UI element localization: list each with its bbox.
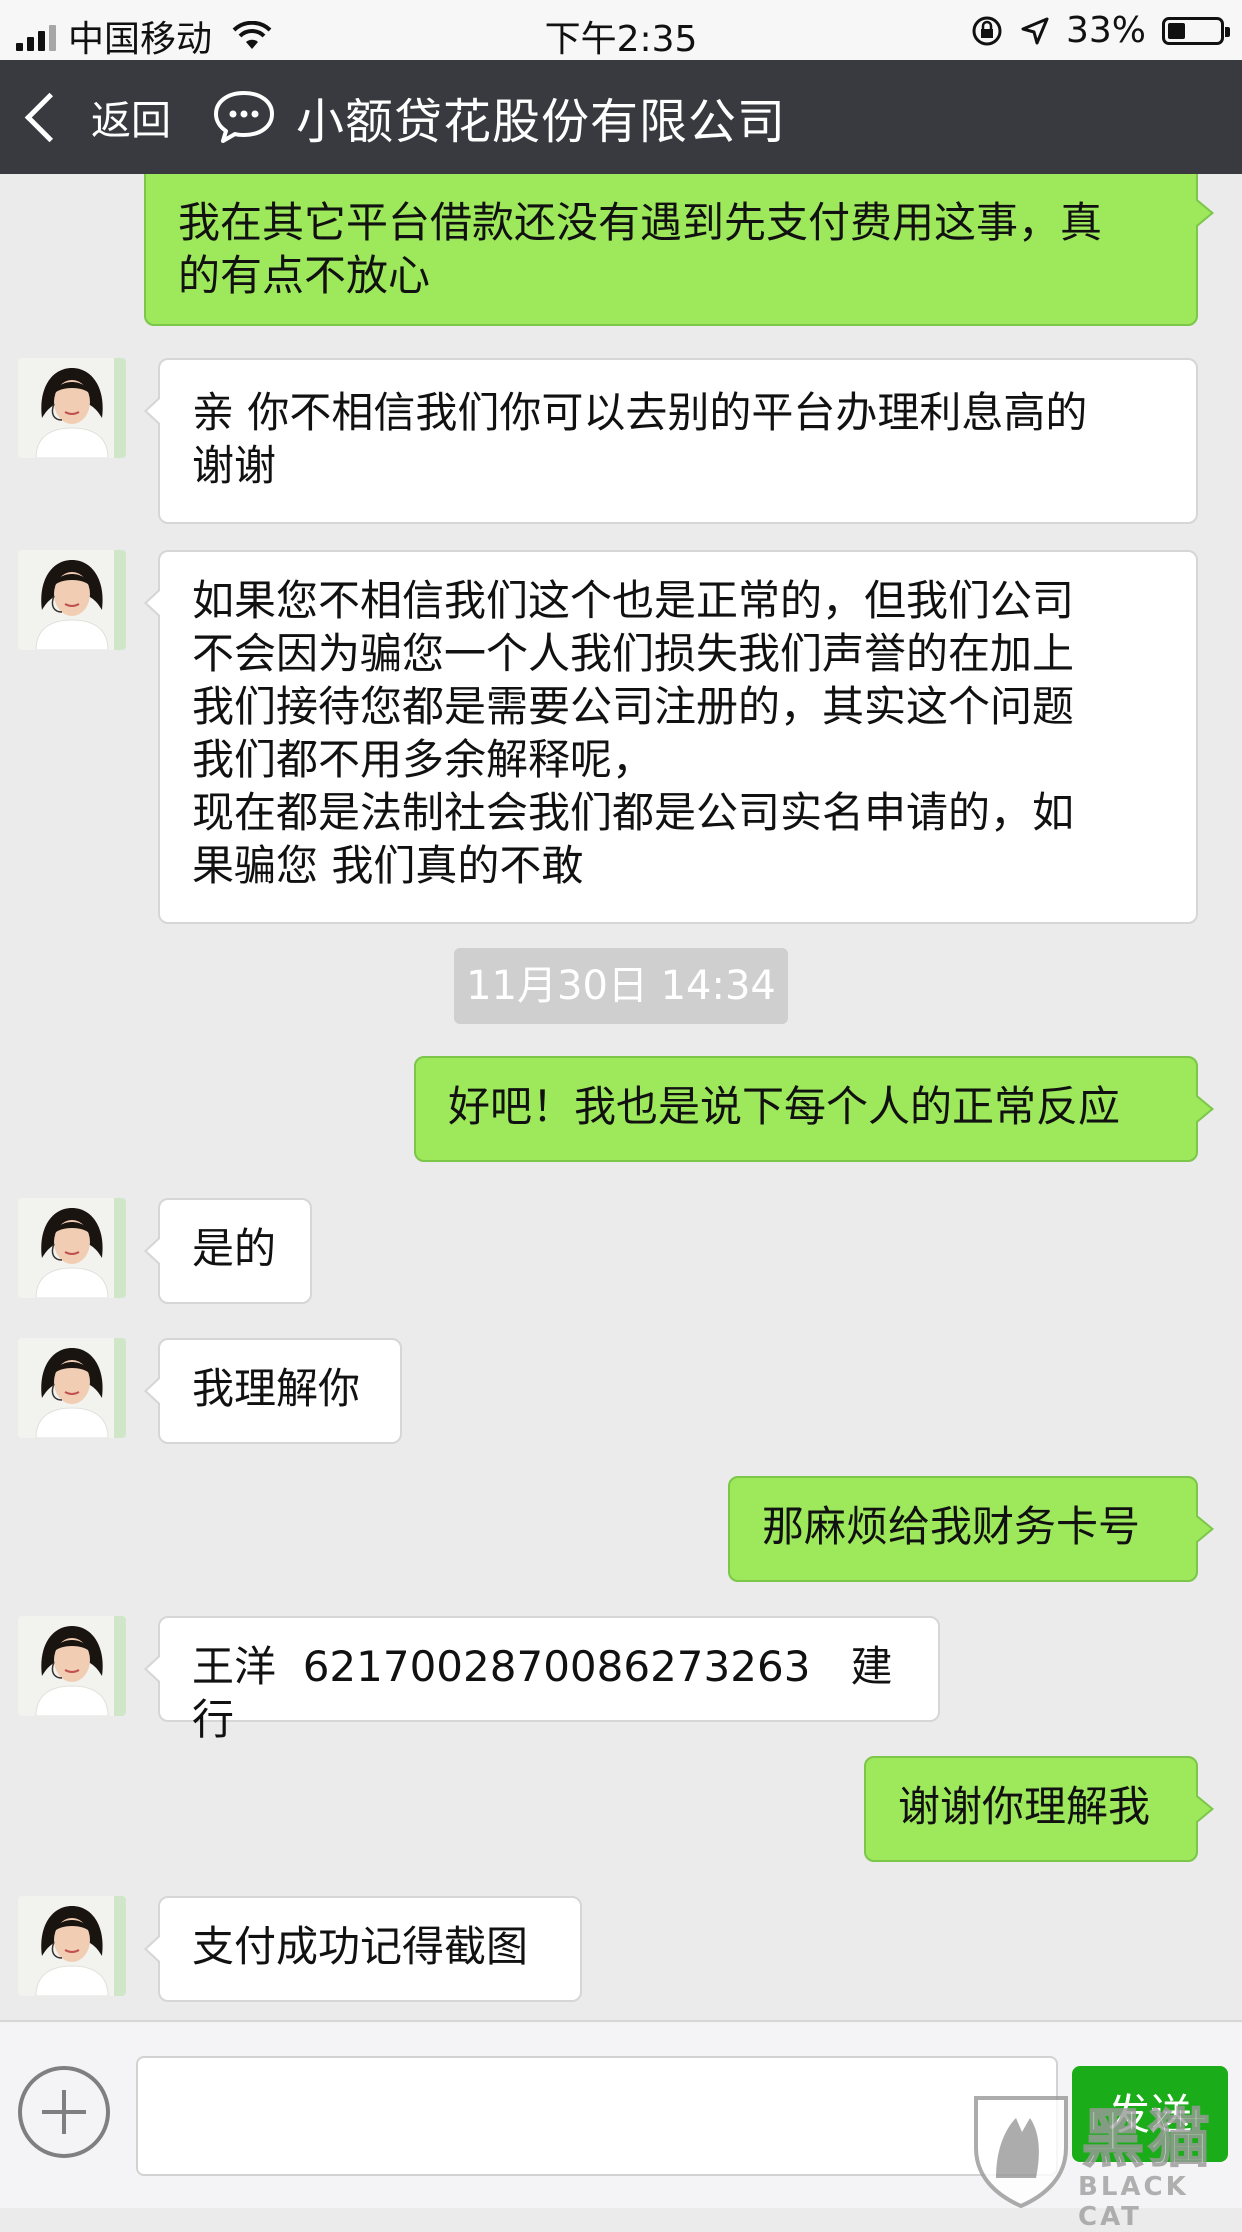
message-bubble-outgoing[interactable]: 我在其它平台借款还没有遇到先支付费用这事，真 的有点不放心 [144, 174, 1214, 326]
avatar[interactable] [18, 1338, 126, 1438]
message-text: 那麻烦给我财务卡号 [762, 1502, 1141, 1551]
message-timestamp: 11月30日 14:34 [454, 948, 788, 1024]
chevron-left-icon [24, 92, 75, 142]
message-text: 好吧！我也是说下每个人的正常反应 [448, 1082, 1121, 1131]
avatar[interactable] [18, 1616, 126, 1716]
avatar-image [18, 550, 126, 650]
battery-icon [1162, 16, 1230, 45]
message-bubble-incoming[interactable]: 是的 [144, 1198, 312, 1304]
message-bubble-incoming[interactable]: 如果您不相信我们这个也是正常的，但我们公司 不会因为骗您一个人我们损失我们声誉的… [144, 550, 1198, 924]
back-label: 返回 [91, 98, 171, 144]
chat-title: 小额贷花股份有限公司 [296, 94, 787, 150]
avatar-image [18, 1896, 126, 1996]
avatar[interactable] [18, 550, 126, 650]
message-text: 是的 [192, 1224, 277, 1273]
battery-fill [1168, 22, 1185, 39]
message-bubble-outgoing[interactable]: 好吧！我也是说下每个人的正常反应 [414, 1056, 1214, 1162]
message-bubble-incoming[interactable]: 支付成功记得截图 [144, 1896, 582, 2002]
message-text: 如果您不相信我们这个也是正常的，但我们公司 不会因为骗您一个人我们损失我们声誉的… [192, 576, 1075, 890]
message-bubble-incoming[interactable]: 王洋 6217002870086273263 建行 [144, 1616, 940, 1744]
avatar-image [18, 1616, 126, 1716]
back-button[interactable]: 返回 [14, 82, 171, 152]
chat-bubble-icon [214, 91, 274, 143]
input-bar: 发送 [0, 2020, 1242, 2208]
message-text: 王洋 6217002870086273263 建行 [192, 1642, 893, 1744]
message-bubble-incoming[interactable]: 亲 你不相信我们你可以去别的平台办理利息高的 谢谢 [144, 358, 1198, 524]
status-bar-right: 33% [970, 10, 1230, 51]
rotation-lock-icon [972, 16, 1002, 45]
send-button[interactable]: 发送 [1072, 2066, 1228, 2162]
plus-circle-icon[interactable] [18, 2066, 110, 2158]
message-text: 支付成功记得截图 [192, 1922, 529, 1971]
message-input[interactable] [136, 2056, 1058, 2176]
message-bubble-outgoing[interactable]: 那麻烦给我财务卡号 [728, 1476, 1214, 1582]
message-text: 亲 你不相信我们你可以去别的平台办理利息高的 谢谢 [192, 388, 1088, 490]
message-text: 我理解你 [192, 1364, 361, 1413]
avatar[interactable] [18, 1198, 126, 1298]
avatar-image [18, 358, 126, 458]
location-arrow-icon [1021, 17, 1049, 44]
message-bubble-outgoing[interactable]: 谢谢你理解我 [864, 1756, 1214, 1862]
nav-bar: 返回 小额贷花股份有限公司 [0, 60, 1242, 174]
avatar[interactable] [18, 358, 126, 458]
chat-title-group: 小额贷花股份有限公司 [212, 82, 786, 152]
avatar-image [18, 1198, 126, 1298]
message-bubble-incoming[interactable]: 我理解你 [144, 1338, 402, 1444]
status-bar: 中国移动 下午2:35 33% [0, 0, 1242, 60]
message-text: 谢谢你理解我 [898, 1782, 1151, 1831]
message-list[interactable]: 我在其它平台借款还没有遇到先支付费用这事，真 的有点不放心 亲 你不相信我们你可… [0, 174, 1242, 2020]
avatar-image [18, 1338, 126, 1438]
avatar[interactable] [18, 1896, 126, 1996]
battery-percent: 33% [1065, 10, 1146, 51]
message-text: 我在其它平台借款还没有遇到先支付费用这事，真 的有点不放心 [178, 198, 1103, 300]
